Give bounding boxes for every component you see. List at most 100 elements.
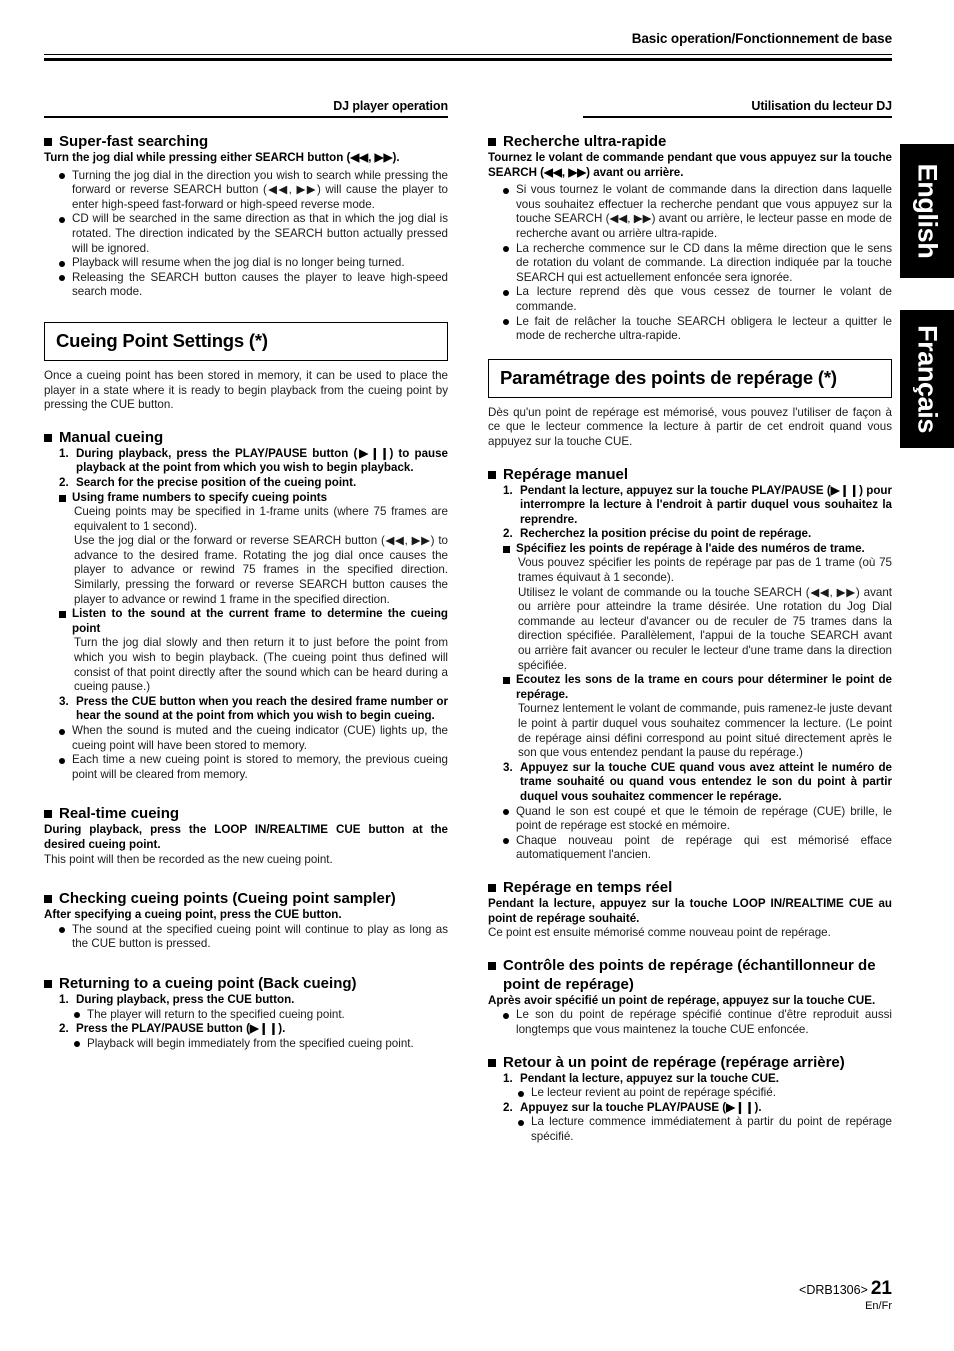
section-title: Paramétrage des points de repérage (*)	[500, 366, 837, 388]
list-item: La lecture commence immédiatement à part…	[518, 1115, 892, 1144]
round-bullet-icon	[503, 838, 509, 845]
list-item: CD will be searched in the same directio…	[59, 212, 448, 256]
subheading-using-frame-numbers: Using frame numbers to specify cueing po…	[59, 491, 448, 506]
square-bullet-icon	[44, 433, 52, 442]
english-column: Super-fast searching Turn the jog dial w…	[44, 132, 448, 1144]
round-bullet-icon	[59, 216, 65, 223]
square-bullet-icon	[44, 138, 52, 146]
step-number: 1.	[59, 446, 69, 460]
list-item: Le lecteur revient au point de repérage …	[518, 1086, 892, 1101]
checking-points-lead: After specifying a cueing point, press t…	[44, 908, 342, 922]
numbered-step: 1. Pendant la lecture, appuyez sur la to…	[503, 483, 892, 526]
round-bullet-icon	[59, 173, 65, 180]
round-bullet-icon	[59, 757, 65, 764]
language-tab-french[interactable]: Français	[900, 310, 954, 448]
column-header-right-rule	[583, 116, 892, 118]
numbered-step: 1. Pendant la lecture, appuyez sur la to…	[503, 1071, 779, 1085]
subsection-paragraph: Utilisez le volant de commande ou la tou…	[518, 585, 892, 672]
list-item: The sound at the specified cueing point …	[59, 923, 448, 952]
subheading-ecoutez-les-sons: Ecoutez les sons de la trame en cours po…	[503, 673, 892, 702]
controle-lead: Après avoir spécifié un point de repérag…	[488, 993, 876, 1007]
round-bullet-icon	[74, 1041, 80, 1048]
list-item: Si vous tournez le volant de commande da…	[503, 183, 892, 241]
page-footer: <DRB1306> 21 En/Fr	[799, 1279, 892, 1313]
subsection-paragraph: Vous pouvez spécifier les points de repé…	[518, 556, 892, 585]
header-rule-thin	[44, 54, 892, 55]
section-intro-paragraph: Dès qu'un point de repérage est mémorisé…	[488, 405, 892, 448]
step-number: 1.	[503, 483, 513, 497]
temps-reel-lead: Pendant la lecture, appuyez sur la touch…	[488, 896, 892, 925]
language-tab-english-label: English	[912, 163, 943, 259]
round-bullet-icon	[74, 1012, 80, 1019]
subsection-paragraph: Use the jog dial or the forward or rever…	[74, 534, 448, 606]
step-number: 3.	[59, 694, 69, 708]
subheading-specifiez-numeros-trame: Spécifiez les points de repérage à l'aid…	[503, 542, 892, 557]
square-bullet-icon	[503, 545, 510, 553]
language-tab-english[interactable]: English	[900, 144, 954, 278]
recherche-lead: Tournez le volant de commande pendant qu…	[488, 151, 892, 179]
round-bullet-icon	[503, 1012, 509, 1019]
heading-recherche-ultra-rapide: Recherche ultra-rapide	[488, 132, 892, 151]
column-headers: DJ player operation Utilisation du lecte…	[44, 98, 892, 118]
numbered-step: 3. Appuyez sur la touche CUE quand vous …	[503, 760, 892, 803]
square-bullet-icon	[488, 470, 496, 479]
subsection-paragraph: Cueing points may be specified in 1-fram…	[74, 505, 448, 533]
square-bullet-icon	[44, 895, 52, 904]
numbered-step: 1. During playback, press the CUE button…	[59, 992, 295, 1006]
column-header-right: Utilisation du lecteur DJ	[488, 98, 892, 118]
round-bullet-icon	[518, 1119, 524, 1126]
heading-checking-cueing-points: Checking cueing points (Cueing point sam…	[44, 889, 448, 908]
list-item: La recherche commence sur le CD dans la …	[503, 242, 892, 286]
square-bullet-icon	[488, 138, 496, 146]
numbered-step: 2. Appuyez sur la touche PLAY/PAUSE (▶❙❙…	[503, 1100, 762, 1114]
square-bullet-icon	[59, 611, 66, 619]
footer-code-and-page: <DRB1306> 21	[799, 1279, 892, 1299]
step-number: 1.	[503, 1071, 513, 1085]
header-rule-thick	[44, 58, 892, 61]
list-item: Quand le son est coupé et que le témoin …	[503, 805, 892, 834]
square-bullet-icon	[488, 961, 496, 970]
heading-manual-cueing: Manual cueing	[44, 428, 448, 447]
square-bullet-icon	[488, 1058, 496, 1067]
round-bullet-icon	[59, 275, 65, 282]
language-tab-french-label: Français	[912, 325, 943, 433]
column-header-right-label: Utilisation du lecteur DJ	[751, 99, 892, 113]
list-item: Playback will begin immediately from the…	[74, 1037, 448, 1052]
numbered-step: 2. Press the PLAY/PAUSE button (▶❙❙).	[59, 1022, 286, 1036]
footer-languages: En/Fr	[865, 1300, 892, 1312]
step-number: 1.	[59, 992, 69, 1006]
list-item: Le son du point de repérage spécifié con…	[503, 1008, 892, 1037]
step-number: 3.	[503, 760, 513, 774]
step-number: 2.	[503, 1100, 513, 1114]
list-item: Le fait de relâcher la touche SEARCH obl…	[503, 315, 892, 344]
heading-controle-points-reperage: Contrôle des points de repérage (échanti…	[488, 956, 892, 994]
subsection-paragraph: Tournez lentement le volant de commande,…	[518, 702, 892, 760]
heading-retour-point-reperage: Retour à un point de repérage (repérage …	[488, 1053, 892, 1072]
page-header: Basic operation/Fonctionnement de base	[44, 30, 892, 61]
list-item: La lecture reprend dès que vous cessez d…	[503, 285, 892, 314]
column-header-left: DJ player operation	[44, 98, 448, 118]
round-bullet-icon	[503, 319, 509, 326]
numbered-step: 2. Recherchez la position précise du poi…	[503, 527, 812, 541]
list-item: Playback will resume when the jog dial i…	[59, 256, 448, 271]
subsection-paragraph: Turn the jog dial slowly and then return…	[74, 636, 448, 694]
round-bullet-icon	[59, 927, 65, 934]
numbered-step: 2. Search for the precise position of th…	[59, 475, 357, 489]
list-item: Releasing the SEARCH button causes the p…	[59, 271, 448, 300]
heading-reperage-temps-reel: Repérage en temps réel	[488, 878, 892, 897]
round-bullet-icon	[503, 187, 509, 194]
list-item: When the sound is muted and the cueing i…	[59, 724, 448, 753]
heading-returning-to-cueing-point: Returning to a cueing point (Back cueing…	[44, 974, 448, 993]
square-bullet-icon	[503, 677, 510, 685]
body-columns: Super-fast searching Turn the jog dial w…	[44, 132, 892, 1144]
round-bullet-icon	[518, 1090, 524, 1097]
column-header-left-rule	[44, 116, 448, 118]
round-bullet-icon	[503, 246, 509, 253]
numbered-step: 1. During playback, press the PLAY/PAUSE…	[59, 446, 448, 475]
square-bullet-icon	[59, 494, 66, 502]
numbered-step: 3. Press the CUE button when you reach t…	[59, 694, 448, 723]
step-number: 2.	[59, 1022, 69, 1036]
realtime-cueing-lead: During playback, press the LOOP IN/REALT…	[44, 823, 448, 851]
heading-super-fast-searching: Super-fast searching	[44, 132, 448, 151]
round-bullet-icon	[59, 260, 65, 267]
